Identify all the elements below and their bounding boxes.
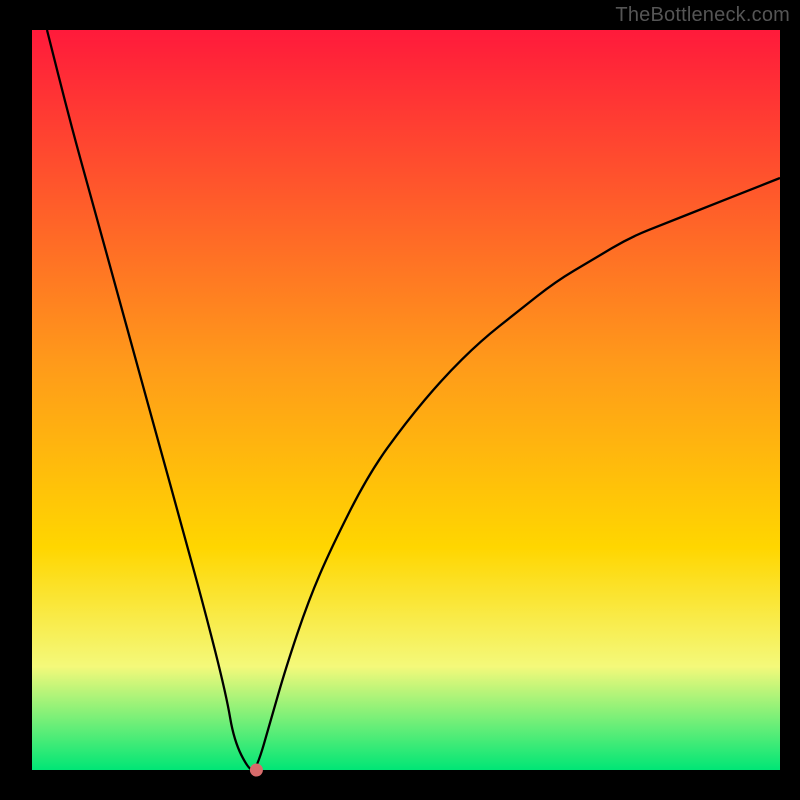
chart-frame: TheBottleneck.com — [0, 0, 800, 800]
bottleneck-chart — [0, 0, 800, 800]
minimum-marker — [250, 764, 263, 777]
plot-background — [32, 30, 780, 770]
watermark-label: TheBottleneck.com — [615, 4, 790, 27]
